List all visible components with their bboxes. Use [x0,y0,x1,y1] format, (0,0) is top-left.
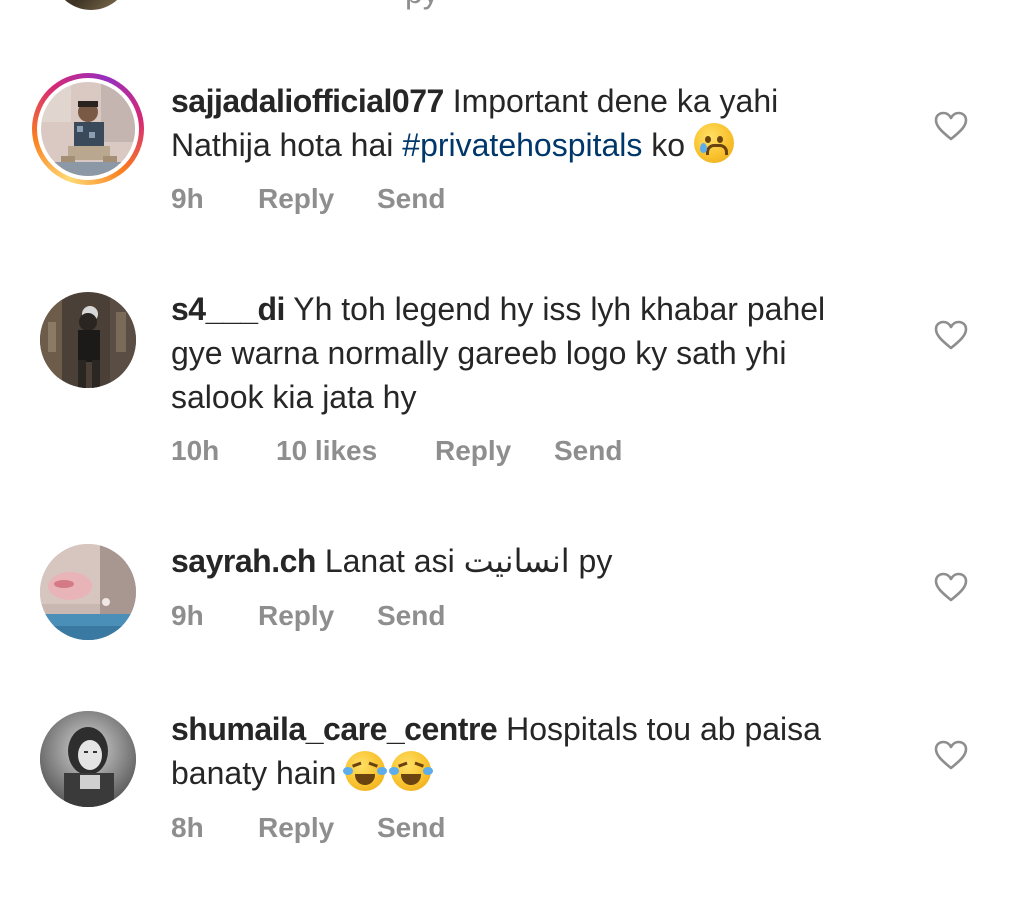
reply-button[interactable]: Reply [435,435,554,467]
heart-outline-icon [934,740,968,770]
send-button[interactable]: Send [377,812,445,844]
comment-meta: 10h 10 likes Reply Send [171,435,622,467]
send-button[interactable]: Send [377,183,445,215]
comment-username[interactable]: sayrah.ch [171,543,316,579]
comment-text: s4___di Yh toh legend hy iss lyh khabar … [171,287,871,419]
send-button[interactable]: Send [554,435,622,467]
reply-button[interactable]: Reply [258,183,377,215]
like-button[interactable] [933,571,969,603]
reply-button[interactable]: Reply [258,812,377,844]
like-button[interactable] [933,110,969,142]
comment-timestamp: 9h [171,600,204,631]
avatar[interactable] [52,0,130,10]
comment-username[interactable]: shumaila_care_centre [171,711,498,747]
heart-outline-icon [934,572,968,602]
comment-text: sajjadaliofficial077 Important dene ka y… [171,79,871,167]
avatar[interactable] [40,292,136,388]
heart-outline-icon [934,111,968,141]
comment-username[interactable]: s4___di [171,291,285,327]
laughing-tears-emoji [343,751,388,791]
laughing-tears-emoji [389,751,434,791]
avatar[interactable] [40,711,136,807]
likes-count[interactable]: 10 likes [276,435,435,467]
send-button[interactable]: Send [377,600,445,632]
avatar[interactable] [40,544,136,640]
like-button[interactable] [933,739,969,771]
like-button[interactable] [933,319,969,351]
comment-meta: 9h Reply Send [171,183,445,215]
comment-username[interactable]: sajjadaliofficial077 [171,83,444,119]
comment-content: Lanat asi انسانیت py [324,543,613,579]
comment-content-suffix: ko [642,127,694,163]
reply-button[interactable]: Reply [258,600,377,632]
comment-meta: 8h Reply Send [171,812,445,844]
crying-face-emoji [693,123,734,163]
previous-comment-partial: py [0,0,1024,14]
comment-timestamp: 10h [171,435,220,466]
avatar[interactable] [41,82,135,176]
hashtag-link[interactable]: #privatehospitals [402,127,642,163]
comment-meta: 9h Reply Send [171,600,445,632]
comment-text: shumaila_care_centre Hospitals tou ab pa… [171,707,871,795]
heart-outline-icon [934,320,968,350]
comment-timestamp: 9h [171,183,204,214]
story-ring[interactable] [32,73,144,185]
comment-text-fragment: py [405,0,439,11]
comment-text: sayrah.ch Lanat asi انسانیت py [171,539,871,583]
comment-timestamp: 8h [171,812,204,843]
